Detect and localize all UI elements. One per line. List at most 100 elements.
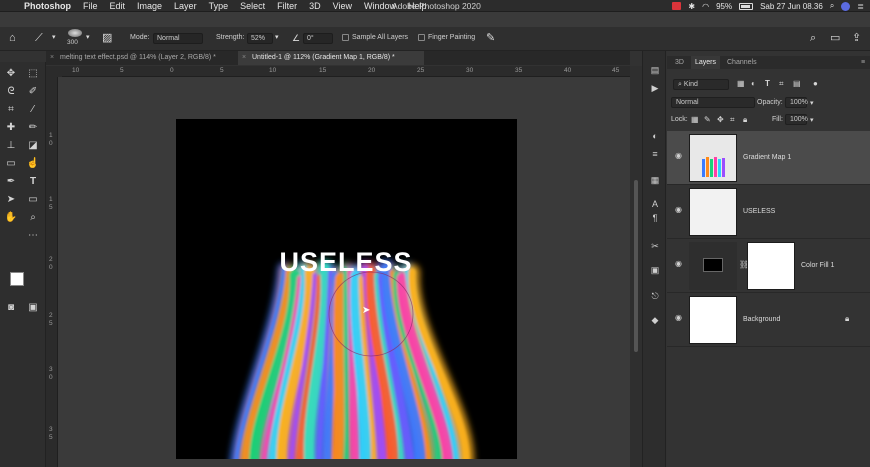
share-icon[interactable]: ⇪ (852, 32, 861, 44)
layer-row-useless[interactable]: ◉ USELESS (667, 185, 870, 239)
close-icon[interactable]: × (50, 51, 54, 65)
blend-mode-select[interactable]: Normal (671, 97, 755, 108)
brush-preview-icon[interactable] (68, 29, 82, 37)
tab-3d[interactable]: 3D (671, 56, 688, 69)
move-tool-icon[interactable]: ✥ (4, 68, 18, 80)
layer-mask-thumbnail[interactable] (747, 242, 795, 290)
strength-dropdown-icon[interactable]: ▾ (275, 32, 279, 44)
menu-filter[interactable]: Filter (277, 1, 297, 11)
smudge-tool-preset-icon[interactable]: ⟋ (35, 32, 43, 44)
hand-tool-icon[interactable]: ✋ (4, 212, 18, 224)
lasso-tool-icon[interactable]: ᘓ (4, 86, 18, 98)
opacity-dropdown-icon[interactable]: ▾ (810, 99, 814, 107)
mode-select[interactable]: Normal (153, 33, 203, 44)
menu-app-photoshop[interactable]: Photoshop (24, 1, 71, 11)
opacity-input[interactable]: 100% (785, 97, 808, 108)
datetime[interactable]: Sab 27 Jun 08.36 (760, 2, 823, 11)
actions-icon[interactable]: ▶ (649, 83, 661, 94)
fill-dropdown-icon[interactable]: ▾ (810, 116, 814, 124)
document-canvas[interactable]: USELESS (176, 119, 517, 459)
close-icon[interactable]: × (242, 51, 246, 65)
wifi-icon[interactable]: ◠ (702, 2, 709, 11)
healing-tool-icon[interactable]: ✚ (4, 122, 18, 134)
layer-row-background[interactable]: ◉ Background 🔒︎ (667, 293, 870, 347)
lock-all-icon[interactable]: 🔒︎ (743, 115, 747, 125)
control-center-icon[interactable]: ≣ (857, 2, 864, 11)
layer-row-color-fill[interactable]: ◉ ⛓ Color Fill 1 (667, 239, 870, 293)
tab-channels[interactable]: Channels (723, 56, 761, 69)
filter-adjustment-icon[interactable]: ◐ (751, 79, 756, 88)
smudge-tool-icon[interactable]: ☝ (26, 158, 40, 170)
panel-menu-icon[interactable]: ≡ (857, 56, 869, 69)
brush-tool-icon[interactable]: ✏ (26, 122, 40, 134)
shape-tool-icon[interactable]: ▭ (26, 194, 40, 206)
screen-record-icon[interactable] (672, 2, 682, 10)
character-icon[interactable]: A (649, 199, 661, 210)
extra-tools-icon[interactable]: ⋯ (26, 230, 40, 242)
angle-input[interactable]: 0° (303, 33, 333, 44)
lock-image-icon[interactable]: ✎ (704, 115, 711, 124)
crop-tool-icon[interactable]: ⌗ (4, 104, 18, 116)
home-icon[interactable]: ⌂ (9, 32, 16, 44)
paragraph-icon[interactable]: ¶ (649, 213, 661, 224)
path-select-tool-icon[interactable]: ➤ (4, 194, 18, 206)
clone-stamp-tool-icon[interactable]: ⊥ (4, 140, 18, 152)
vertical-scrollbar-thumb[interactable] (634, 180, 638, 352)
menu-type[interactable]: Type (209, 1, 229, 11)
adjustments-icon[interactable]: ◐ (649, 131, 661, 142)
lock-position-icon[interactable]: ✥ (717, 115, 724, 124)
kind-filter-select[interactable]: ⌕ Kind (673, 79, 729, 90)
styles-icon[interactable]: ◆ (649, 315, 661, 326)
foreground-color-swatch[interactable] (10, 272, 24, 286)
screen-mode-icon[interactable]: ▣ (26, 302, 40, 314)
paths-icon[interactable]: ⎋ (649, 291, 661, 302)
quick-mask-icon[interactable]: ◙ (4, 302, 18, 314)
pressure-icon[interactable]: ✎ (486, 32, 495, 44)
layer-row-gradient-map[interactable]: ◉ Gradient Map 1 (667, 131, 870, 185)
type-tool-icon[interactable]: T (26, 176, 40, 188)
swatches-icon[interactable]: ▣ (649, 265, 661, 276)
sample-all-layers-checkbox[interactable] (342, 34, 349, 41)
search-icon[interactable]: ⌕ (810, 32, 816, 44)
libraries-icon[interactable]: ▦ (649, 175, 661, 186)
zoom-tool-icon[interactable]: ⌕ (26, 212, 40, 224)
filter-toggle-icon[interactable]: ● (813, 79, 818, 88)
menu-view[interactable]: View (333, 1, 352, 11)
workspace-icon[interactable]: ▭ (830, 32, 840, 44)
battery-icon[interactable] (739, 2, 754, 10)
lock-transparent-icon[interactable]: ▦ (691, 115, 699, 124)
eraser-tool-icon[interactable]: ◪ (26, 140, 40, 152)
menu-3d[interactable]: 3D (309, 1, 321, 11)
fill-input[interactable]: 100% (785, 114, 808, 125)
quick-select-tool-icon[interactable]: ✐ (26, 86, 40, 98)
filter-shape-icon[interactable]: ⌗ (779, 79, 784, 89)
horizontal-ruler[interactable]: 10 5 0 5 10 15 20 25 30 35 40 45 (62, 66, 630, 77)
tab-layers[interactable]: Layers (691, 56, 721, 69)
filter-pixel-icon[interactable]: ▦ (737, 79, 745, 88)
visibility-eye-icon[interactable]: ◉ (675, 260, 683, 268)
menu-select[interactable]: Select (240, 1, 265, 11)
brush-settings-icon[interactable]: ▨ (102, 32, 112, 44)
bluetooth-icon[interactable]: ✱ (688, 2, 695, 11)
visibility-eye-icon[interactable]: ◉ (675, 314, 683, 322)
marquee-tool-icon[interactable]: ⬚ (26, 68, 40, 80)
filter-smart-icon[interactable]: ▤ (793, 79, 801, 88)
eyedropper-tool-icon[interactable]: ⁄ (26, 104, 40, 116)
brush-picker-dropdown-icon[interactable]: ▾ (86, 32, 90, 44)
visibility-eye-icon[interactable]: ◉ (675, 206, 683, 214)
siri-icon[interactable] (841, 1, 851, 11)
menu-image[interactable]: Image (137, 1, 162, 11)
finger-painting-checkbox[interactable] (418, 34, 425, 41)
strength-input[interactable]: 52% (247, 33, 273, 44)
tab-melting-text-effect[interactable]: × melting text effect.psd @ 114% (Layer … (46, 51, 236, 65)
menu-file[interactable]: File (83, 1, 98, 11)
history-icon[interactable]: ▤ (649, 65, 661, 76)
gradient-tool-icon[interactable]: ▭ (4, 158, 18, 170)
filter-type-icon[interactable]: T (765, 79, 770, 88)
tab-untitled-1[interactable]: × Untitled-1 @ 112% (Gradient Map 1, RGB… (238, 51, 424, 65)
pen-tool-icon[interactable]: ✒ (4, 176, 18, 188)
visibility-eye-icon[interactable]: ◉ (675, 152, 683, 160)
tools-preset-icon[interactable]: ✂ (649, 241, 661, 252)
vertical-ruler[interactable]: 1 0 1 5 2 0 2 5 3 0 3 5 (46, 66, 58, 467)
preset-dropdown-icon[interactable]: ▾ (52, 32, 56, 44)
